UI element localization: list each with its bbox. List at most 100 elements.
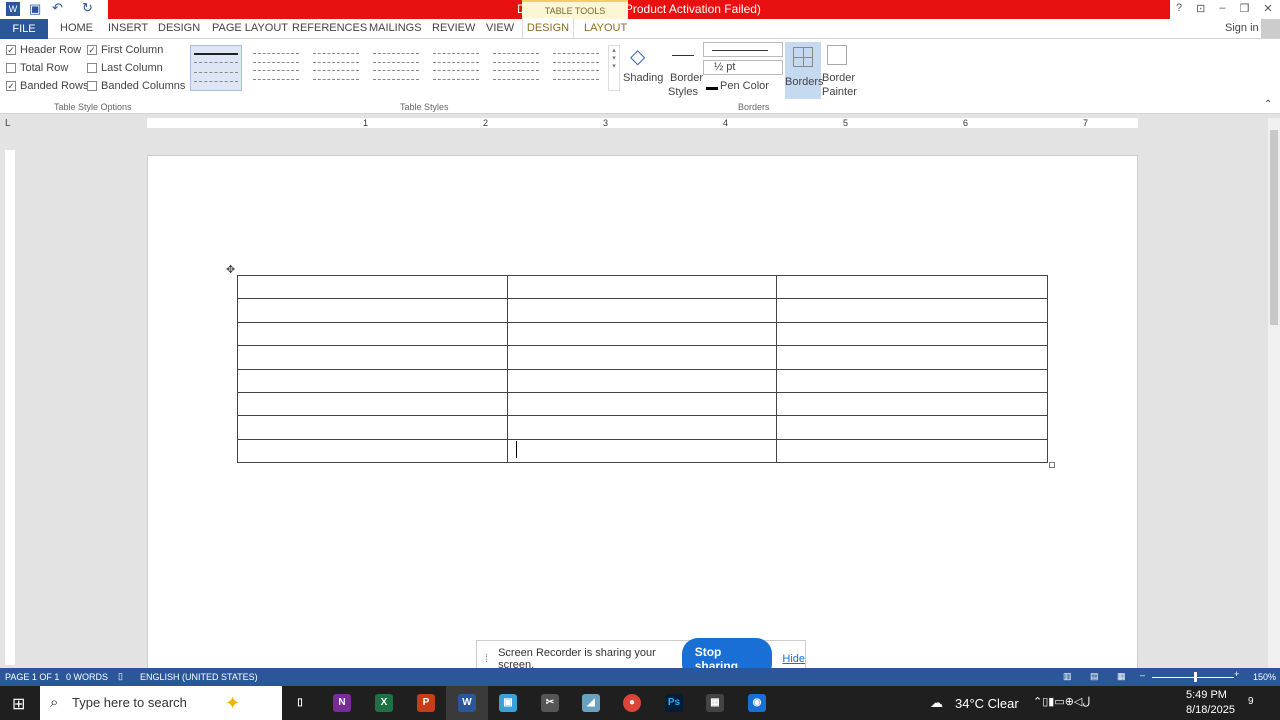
collapse-ribbon-icon[interactable]: ⌃ <box>1264 99 1272 110</box>
zoom-slider-thumb[interactable] <box>1194 672 1197 682</box>
border-painter-button[interactable]: Border <box>822 72 855 84</box>
table-style-option[interactable] <box>490 47 542 87</box>
onenote-icon[interactable]: N <box>333 694 351 712</box>
app-icon[interactable]: ◢ <box>582 694 600 712</box>
table-cell[interactable] <box>776 298 1048 323</box>
hide-link[interactable]: Hide <box>782 653 805 665</box>
table-cell[interactable] <box>506 345 778 370</box>
tab-file[interactable]: FILE <box>0 19 48 39</box>
sign-in-link[interactable]: Sign in <box>1225 22 1259 34</box>
table-style-option[interactable] <box>550 47 602 87</box>
tab-review[interactable]: REVIEW <box>432 22 475 34</box>
page-count[interactable]: PAGE 1 OF 1 <box>5 672 59 682</box>
table-resize-handle[interactable] <box>1049 462 1055 468</box>
redo-icon[interactable]: ↻ <box>82 0 93 16</box>
zoom-level[interactable]: 150% <box>1253 672 1276 682</box>
table-cell[interactable] <box>506 391 778 417</box>
table-cell[interactable] <box>776 415 1048 440</box>
table-cell[interactable] <box>506 415 778 440</box>
table-cell[interactable] <box>776 345 1048 370</box>
help-icon[interactable]: ? <box>1176 2 1182 15</box>
table-cell[interactable] <box>237 391 508 417</box>
language[interactable]: ENGLISH (UNITED STATES) <box>140 672 258 682</box>
header-row-checkbox[interactable]: ✓ Header Row <box>6 44 81 56</box>
word-taskbar-icon[interactable]: W <box>458 694 476 712</box>
ribbon-display-icon[interactable]: ⊡ <box>1196 2 1205 15</box>
vertical-ruler[interactable] <box>5 150 15 665</box>
print-layout-icon[interactable]: ▤ <box>1090 671 1099 682</box>
table-cell[interactable] <box>237 415 508 440</box>
clock-date[interactable]: 8/18/2025 <box>1186 704 1235 716</box>
table-cell[interactable] <box>237 274 508 300</box>
document-table[interactable] <box>237 274 1048 464</box>
horizontal-ruler[interactable]: L 1 2 3 4 5 6 7 <box>0 115 1280 131</box>
proofing-icon[interactable]: ▯ <box>118 671 123 682</box>
first-column-checkbox[interactable]: ✓ First Column <box>87 44 163 56</box>
zoom-in-icon[interactable]: + <box>1234 669 1239 679</box>
drag-handle-icon[interactable]: ⁞ <box>485 653 488 665</box>
table-cell[interactable] <box>237 345 508 370</box>
weather-text[interactable]: 34°C Clear <box>955 696 1019 711</box>
table-cell[interactable] <box>237 368 508 393</box>
tab-page-layout[interactable]: PAGE LAYOUT <box>212 22 288 34</box>
table-cell[interactable] <box>506 368 778 393</box>
tab-view[interactable]: VIEW <box>486 22 514 34</box>
tab-insert[interactable]: INSERT <box>108 22 148 34</box>
table-style-option[interactable] <box>310 47 362 87</box>
windows-start-icon[interactable]: ⊞ <box>12 694 25 714</box>
vertical-scrollbar[interactable] <box>1268 118 1280 668</box>
line-weight-dropdown[interactable]: ½ pt <box>703 60 783 75</box>
snipping-tool-icon[interactable]: ✂ <box>541 694 559 712</box>
table-style-option[interactable] <box>370 47 422 87</box>
read-mode-icon[interactable]: ▥ <box>1063 671 1072 682</box>
save-icon[interactable]: ▣ <box>29 1 41 17</box>
powerpoint-icon[interactable]: P <box>417 694 435 712</box>
chrome-icon[interactable]: ● <box>623 694 641 712</box>
tab-table-design[interactable]: DESIGN <box>522 18 574 38</box>
calculator-icon[interactable]: ▦ <box>706 694 724 712</box>
screen-recorder-icon[interactable]: ◉ <box>748 694 766 712</box>
total-row-checkbox[interactable]: Total Row <box>6 62 68 74</box>
notification-center-icon[interactable]: 9 <box>1248 696 1254 707</box>
table-cell[interactable] <box>506 438 778 464</box>
table-cell[interactable] <box>237 298 508 323</box>
tab-selector-icon[interactable]: L <box>5 118 11 129</box>
table-cell[interactable] <box>776 438 1048 464</box>
word-count[interactable]: 0 WORDS <box>66 672 108 682</box>
excel-icon[interactable]: X <box>375 694 393 712</box>
tab-home[interactable]: HOME <box>60 22 93 34</box>
tab-design[interactable]: DESIGN <box>158 22 200 34</box>
system-tray-icons[interactable]: ⌃▯▮▭⊕◁ل <box>1033 695 1090 708</box>
table-cell[interactable] <box>506 298 778 323</box>
photoshop-icon[interactable]: Ps <box>665 694 683 712</box>
zoom-out-icon[interactable]: – <box>1140 670 1145 680</box>
close-icon[interactable]: ✕ <box>1263 2 1272 15</box>
table-cell[interactable] <box>237 321 508 347</box>
border-styles-button[interactable]: Border <box>670 72 703 84</box>
tab-table-layout[interactable]: LAYOUT <box>584 22 627 34</box>
table-style-grid[interactable] <box>190 45 242 91</box>
table-cell[interactable] <box>237 438 508 464</box>
pen-color-button[interactable]: Pen Color <box>720 80 769 92</box>
shading-button[interactable]: Shading <box>623 72 663 84</box>
table-style-option[interactable] <box>430 47 482 87</box>
avatar[interactable] <box>1261 19 1280 38</box>
table-cell[interactable] <box>776 274 1048 300</box>
table-cell[interactable] <box>506 274 778 300</box>
undo-icon[interactable]: ↶ <box>52 0 63 16</box>
tab-references[interactable]: REFERENCES <box>292 22 367 34</box>
photos-icon[interactable]: ▣ <box>499 694 517 712</box>
border-styles-button-line2[interactable]: Styles <box>668 86 698 98</box>
restore-icon[interactable]: ❐ <box>1239 2 1249 15</box>
banded-columns-checkbox[interactable]: Banded Columns <box>87 80 185 92</box>
tab-mailings[interactable]: MAILINGS <box>369 22 422 34</box>
table-move-handle-icon[interactable]: ✥ <box>226 263 235 276</box>
table-cell[interactable] <box>506 321 778 347</box>
clock-time[interactable]: 5:49 PM <box>1186 689 1227 701</box>
border-painter-button-line2[interactable]: Painter <box>822 86 857 98</box>
weather-icon[interactable]: ☁ <box>930 695 943 711</box>
taskbar-search[interactable]: ⌕ Type here to search ✦ <box>40 686 282 720</box>
banded-rows-checkbox[interactable]: ✓ Banded Rows <box>6 80 89 92</box>
last-column-checkbox[interactable]: Last Column <box>87 62 163 74</box>
table-cell[interactable] <box>776 391 1048 417</box>
